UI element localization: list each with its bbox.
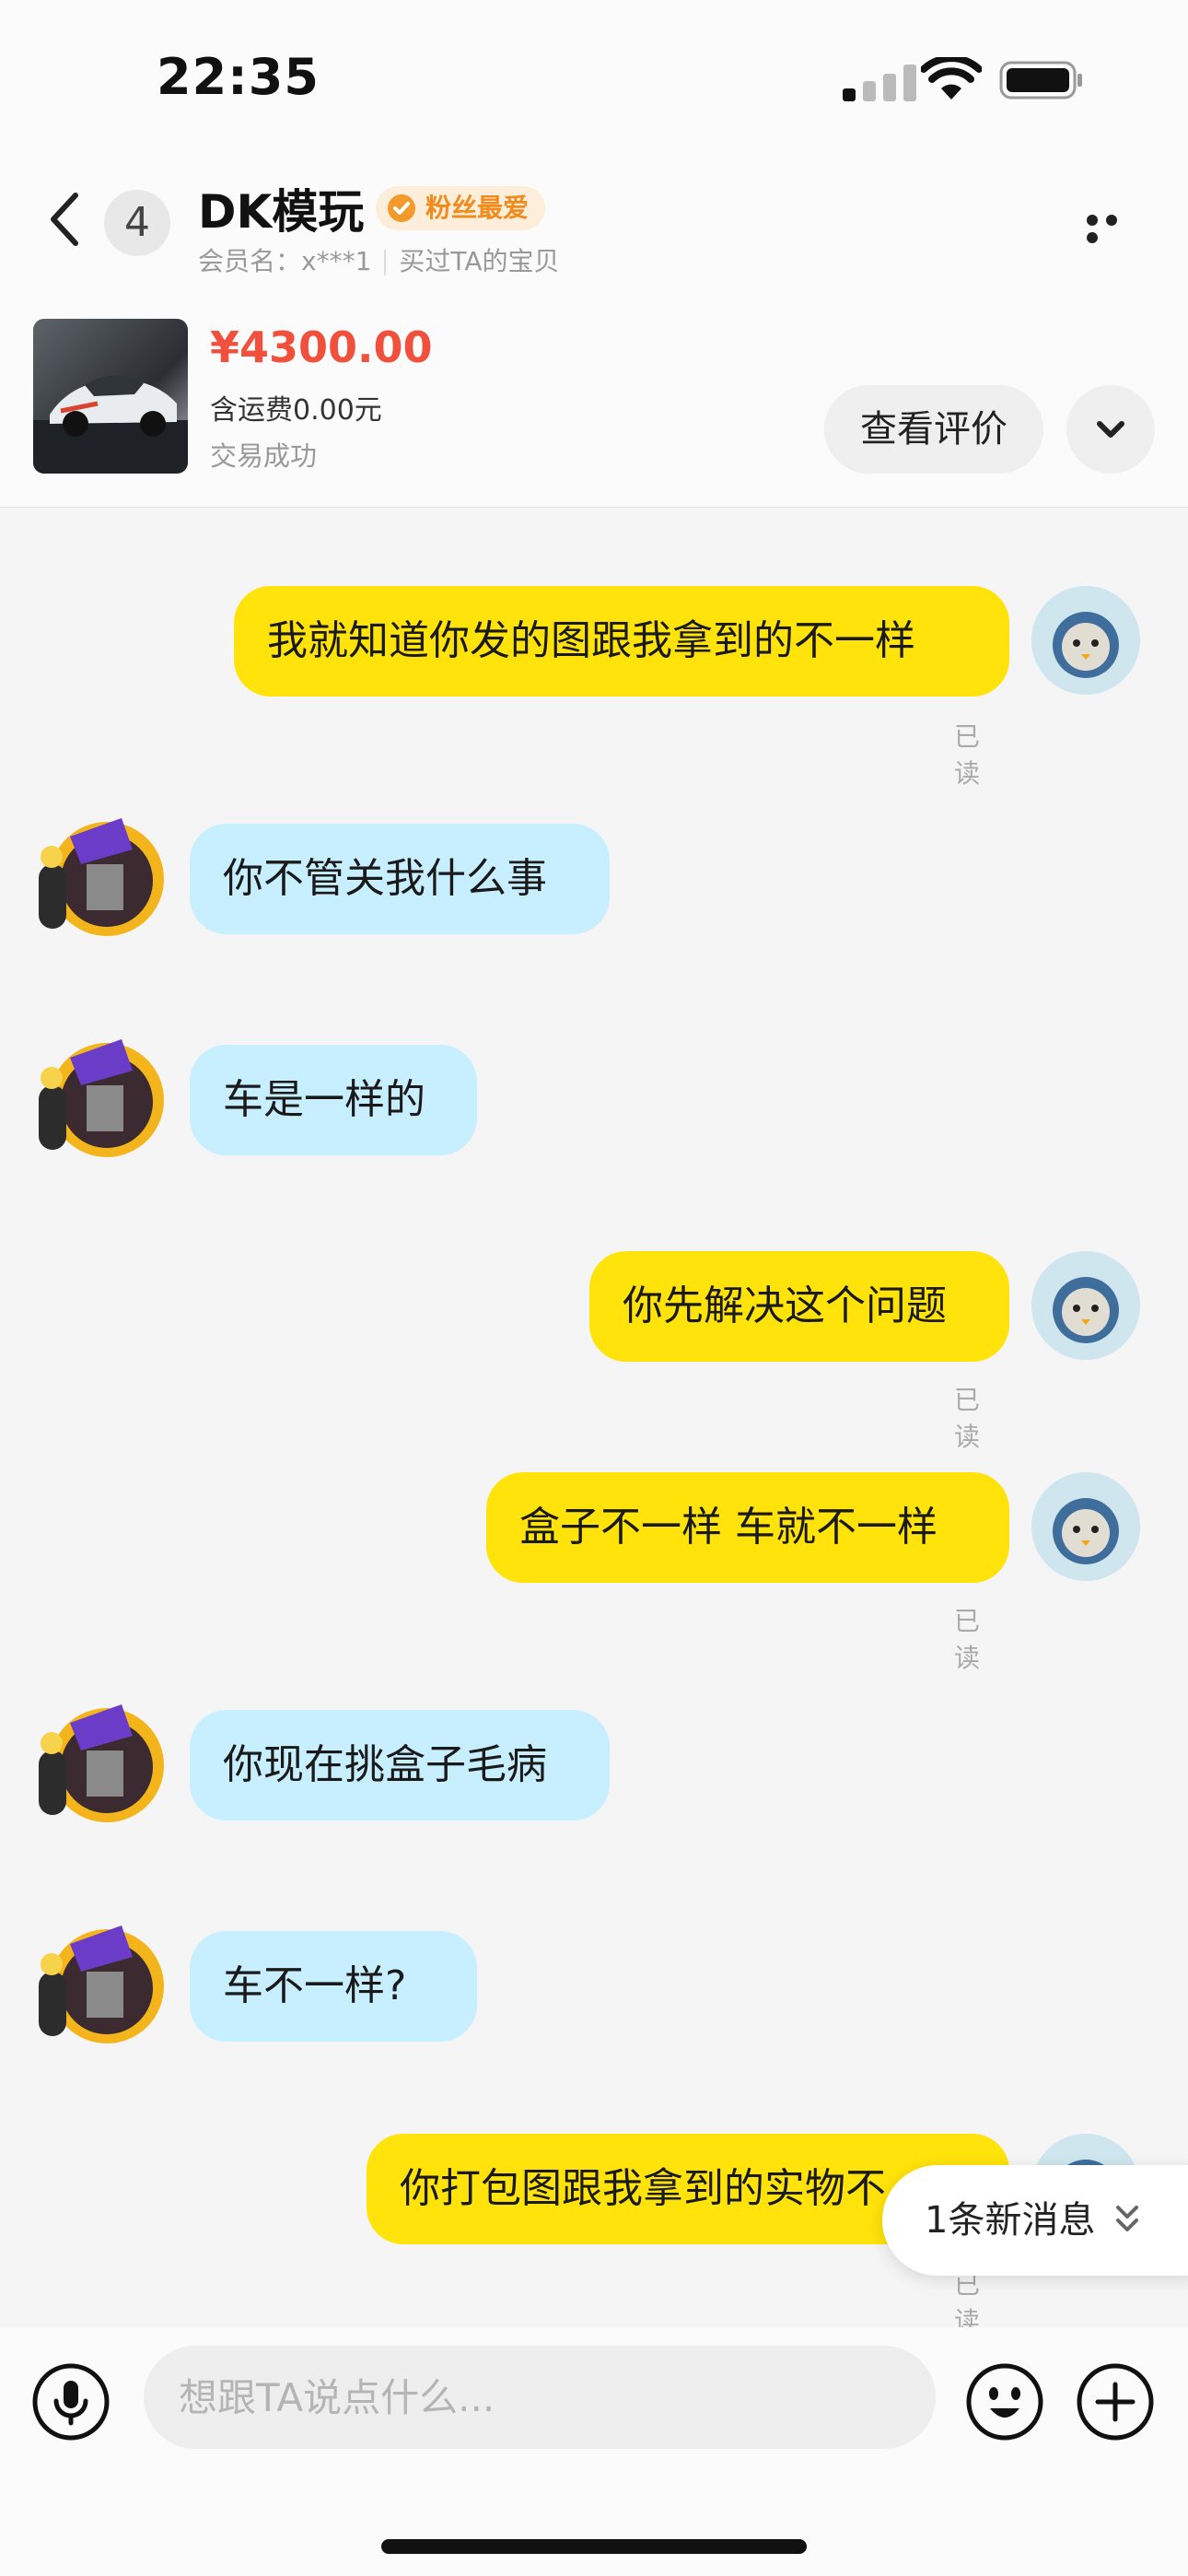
check-shield-icon — [388, 194, 415, 222]
message-input[interactable] — [144, 2346, 936, 2449]
more-options-icon[interactable] — [1087, 212, 1144, 243]
seller-message-bubble[interactable]: 车不一样? — [190, 1931, 477, 2042]
product-price: ¥4300.00 — [210, 322, 433, 372]
status-bar: 22:35 — [0, 0, 1188, 147]
seller-avatar[interactable] — [33, 1695, 171, 1833]
trade-status: 交易成功 — [210, 440, 318, 472]
wifi-icon — [921, 57, 982, 100]
chat-header: 4 DK模玩 粉丝最爱 会员名：x***1 买过TA的宝贝 ¥4300.00 含运… — [0, 147, 1188, 508]
divider — [384, 250, 387, 275]
seller-avatar[interactable] — [33, 1916, 171, 2055]
my-message-bubble[interactable]: 你先解决这个问题 — [589, 1251, 1009, 1362]
product-thumbnail[interactable] — [33, 319, 188, 474]
battery-icon — [999, 61, 1082, 100]
my-message-bubble[interactable]: 我就知道你发的图跟我拿到的不一样 — [234, 586, 1009, 697]
purchase-note: 买过TA的宝贝 — [399, 246, 560, 276]
my-avatar[interactable] — [1031, 586, 1140, 695]
plus-icon[interactable] — [1076, 2362, 1155, 2441]
read-status: 已读 — [954, 1606, 981, 1673]
chevron-down-icon — [1097, 421, 1124, 438]
seller-avatar[interactable] — [33, 809, 171, 947]
my-avatar[interactable] — [1031, 1472, 1140, 1581]
back-arrow-icon[interactable] — [46, 192, 83, 247]
my-message-bubble[interactable]: 盒子不一样 车就不一样 — [486, 1472, 1009, 1583]
read-status: 已读 — [954, 1385, 981, 1452]
seller-avatar[interactable] — [33, 1030, 171, 1168]
shop-name[interactable]: DK模玩 — [198, 175, 364, 241]
car-model-image — [33, 375, 188, 474]
voice-input-icon[interactable] — [31, 2362, 111, 2441]
seller-message-bubble[interactable]: 车是一样的 — [190, 1045, 477, 1155]
new-message-pill[interactable]: 1条新消息 — [882, 2165, 1188, 2276]
unread-count-badge[interactable]: 4 — [104, 190, 170, 256]
home-indicator — [381, 2539, 807, 2554]
expand-button[interactable] — [1066, 385, 1155, 474]
member-name: 会员名：x***1 — [198, 246, 372, 276]
view-review-button[interactable]: 查看评价 — [824, 385, 1043, 474]
read-status: 已读 — [954, 721, 981, 789]
seller-message-bubble[interactable]: 你不管关我什么事 — [190, 824, 610, 934]
shipping-fee: 含运费0.00元 — [210, 394, 382, 427]
my-avatar[interactable] — [1031, 1251, 1140, 1360]
status-time: 22:35 — [157, 48, 320, 106]
emoji-icon[interactable] — [965, 2362, 1044, 2441]
new-message-label: 1条新消息 — [925, 2199, 1096, 2242]
member-info: 会员名：x***1 买过TA的宝贝 — [198, 241, 559, 278]
double-chevron-down-icon — [1116, 2206, 1138, 2231]
badge-label: 粉丝最爱 — [425, 193, 530, 223]
seller-message-bubble[interactable]: 你现在挑盒子毛病 — [190, 1710, 610, 1821]
fan-favorite-badge: 粉丝最爱 — [376, 186, 546, 230]
